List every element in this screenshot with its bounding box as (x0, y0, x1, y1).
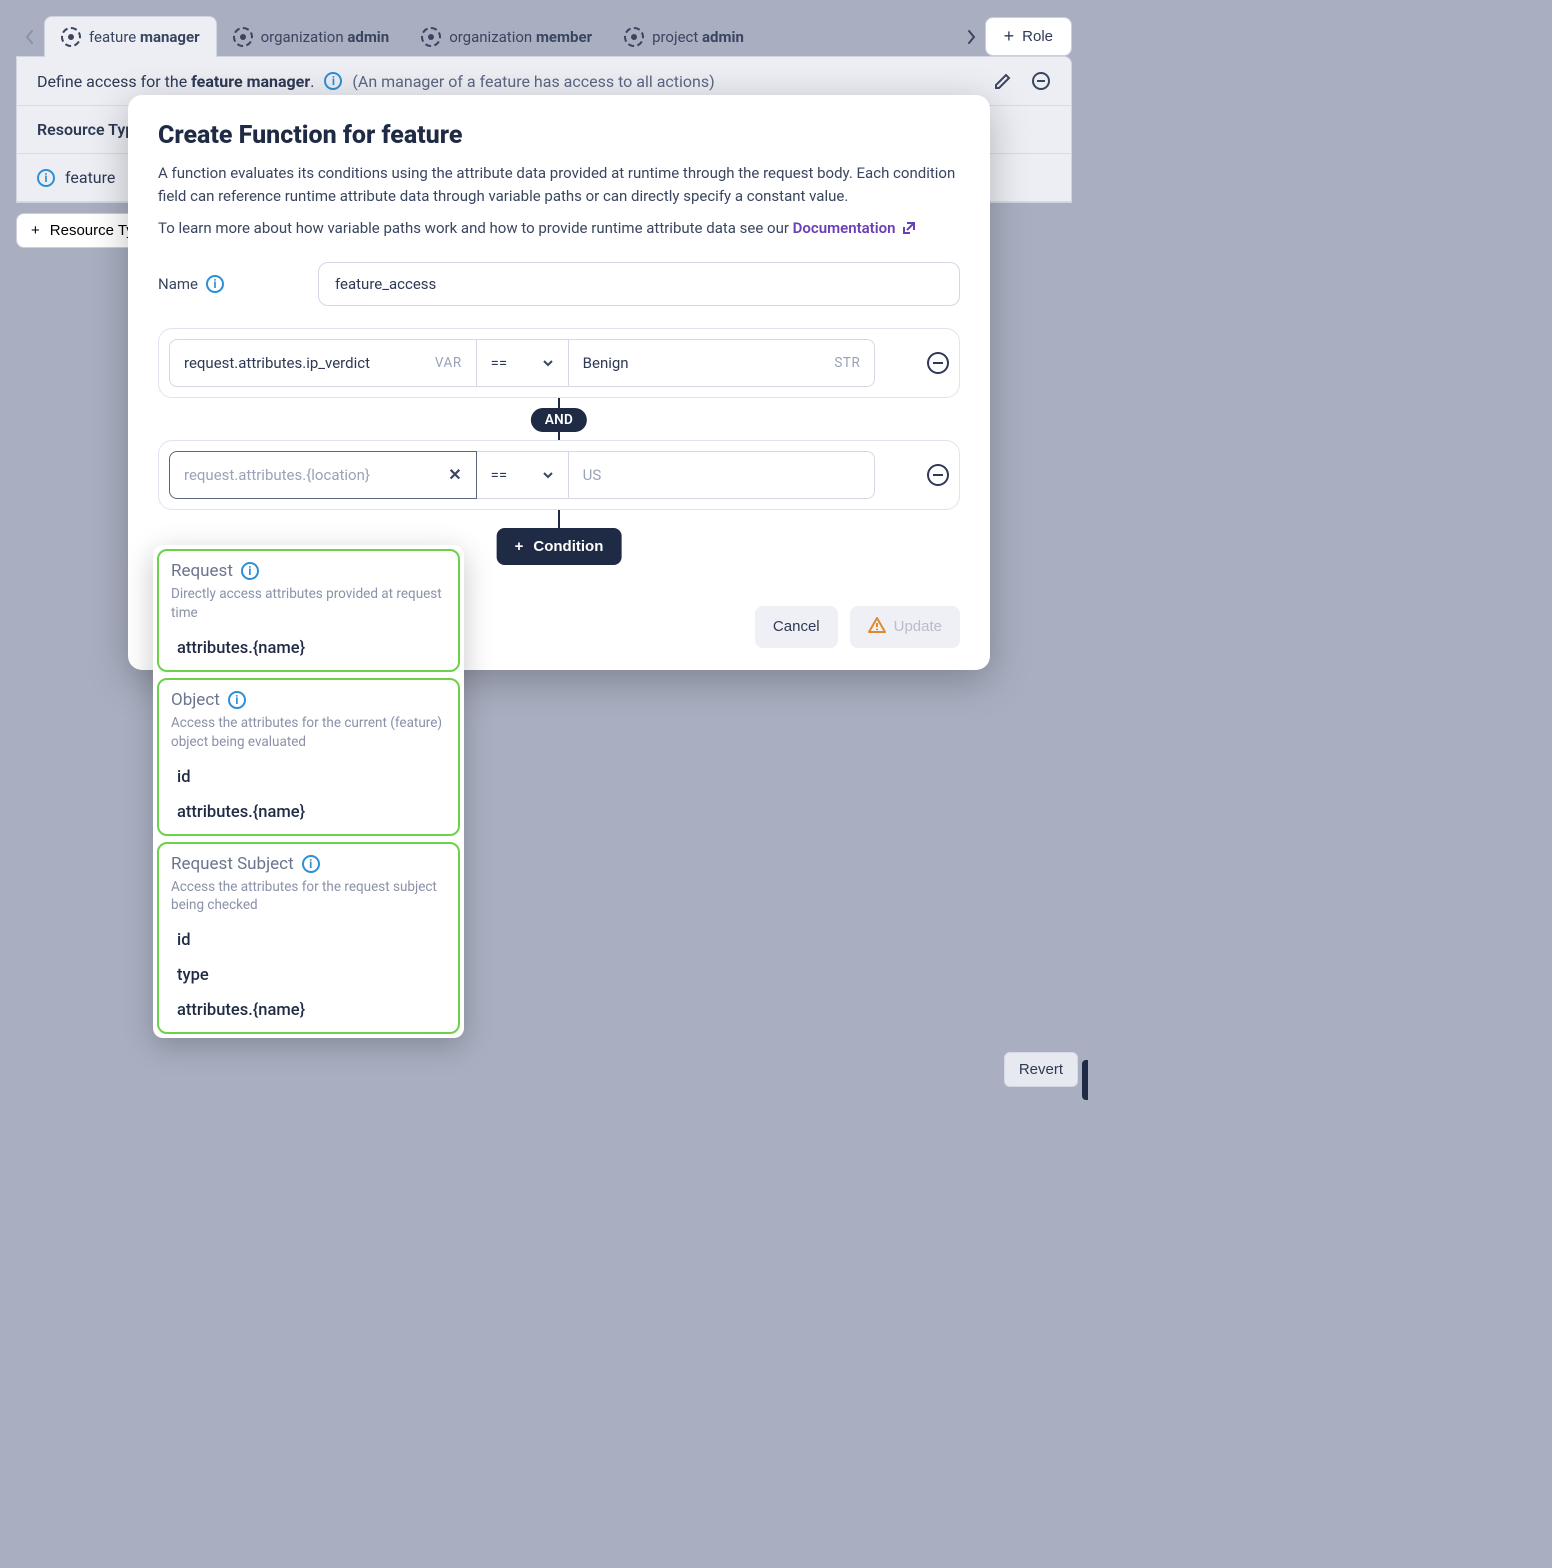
chevron-down-icon (542, 466, 554, 484)
edit-icon[interactable] (993, 71, 1013, 91)
autocomplete-group-title: Object i (171, 690, 446, 710)
autocomplete-group-request: Request i Directly access attributes pro… (157, 549, 460, 672)
info-icon[interactable]: i (241, 562, 259, 580)
remove-condition-button[interactable] (927, 352, 949, 374)
autocomplete-group-desc: Directly access attributes provided at r… (171, 585, 446, 623)
function-name-input[interactable] (318, 262, 960, 306)
tab-list: feature manager organization admin organ… (44, 16, 957, 57)
autocomplete-item[interactable]: attributes.{name} (171, 631, 446, 666)
row-label: feature (65, 168, 115, 187)
info-icon[interactable]: i (206, 275, 224, 293)
condition-left-input[interactable] (184, 466, 438, 484)
warning-icon (868, 616, 886, 638)
add-role-button[interactable]: + Role (985, 17, 1072, 56)
tabs-row: feature manager organization admin organ… (16, 16, 1072, 57)
add-condition-button[interactable]: + Condition (497, 528, 622, 565)
chevron-right-icon (965, 28, 977, 46)
modal-title: Create Function for feature (158, 121, 960, 150)
condition-row: ✕ == US (169, 451, 949, 499)
name-label: Name i (158, 275, 298, 293)
tab-feature-manager[interactable]: feature manager (44, 16, 217, 57)
role-icon (233, 27, 253, 47)
chevron-down-icon (542, 354, 554, 372)
condition-right-type: STR (834, 355, 860, 371)
tab-project-admin[interactable]: project admin (608, 17, 760, 57)
tab-label: project admin (652, 28, 744, 46)
remove-icon[interactable] (1031, 71, 1051, 91)
documentation-link[interactable]: Documentation (793, 217, 918, 240)
autocomplete-item[interactable]: attributes.{name} (171, 993, 446, 1028)
plus-icon: + (1004, 26, 1015, 47)
condition-block: ✕ == US (158, 440, 960, 510)
condition-right-field[interactable]: US (568, 451, 876, 499)
autocomplete-group-title: Request i (171, 561, 446, 581)
autocomplete-group-desc: Access the attributes for the current (f… (171, 714, 446, 752)
condition-block: request.attributes.ip_verdict VAR == Ben… (158, 328, 960, 398)
condition-left-type: VAR (435, 355, 462, 371)
condition-right-value: US (583, 466, 602, 484)
condition-right-field[interactable]: Benign STR (568, 339, 876, 387)
condition-operator-select[interactable]: == (477, 451, 568, 499)
and-pill: AND (531, 408, 587, 432)
info-icon[interactable]: i (302, 855, 320, 873)
tab-organization-admin[interactable]: organization admin (217, 17, 406, 57)
update-label: Update (894, 618, 942, 635)
condition-left-field[interactable]: ✕ (169, 451, 477, 499)
update-button[interactable]: Update (850, 606, 960, 648)
tab-label: feature manager (89, 28, 200, 46)
modal-description-2: To learn more about how variable paths w… (158, 217, 960, 240)
remove-condition-button[interactable] (927, 464, 949, 486)
autocomplete-group-request-subject: Request Subject i Access the attributes … (157, 842, 460, 1035)
tab-label: organization admin (261, 28, 390, 46)
role-icon (421, 27, 441, 47)
panel-header-text: Define access for the feature manager. (37, 72, 314, 91)
autocomplete-item[interactable]: id (171, 760, 446, 795)
info-icon[interactable]: i (324, 72, 342, 90)
conditions-stack: request.attributes.ip_verdict VAR == Ben… (158, 328, 960, 552)
info-icon: i (37, 169, 55, 187)
plus-icon: + (515, 538, 524, 555)
name-row: Name i (158, 262, 960, 306)
role-icon (624, 27, 644, 47)
scroll-right-button[interactable] (957, 23, 985, 51)
autocomplete-group-title: Request Subject i (171, 854, 446, 874)
autocomplete-group-desc: Access the attributes for the request su… (171, 878, 446, 916)
panel-header-note: (An manager of a feature has access to a… (352, 72, 714, 91)
add-role-label: Role (1022, 28, 1053, 45)
condition-left-value: request.attributes.ip_verdict (184, 354, 370, 372)
modal-description: A function evaluates its conditions usin… (158, 162, 960, 209)
condition-operator-select[interactable]: == (477, 339, 568, 387)
condition-row: request.attributes.ip_verdict VAR == Ben… (169, 339, 949, 387)
clear-icon[interactable]: ✕ (448, 465, 461, 484)
autocomplete-item[interactable]: type (171, 958, 446, 993)
add-condition-label: Condition (533, 538, 603, 555)
external-link-icon (901, 220, 917, 236)
condition-left-field[interactable]: request.attributes.ip_verdict VAR (169, 339, 477, 387)
autocomplete-item[interactable]: attributes.{name} (171, 795, 446, 830)
condition-right-value: Benign (583, 354, 629, 372)
operator-value: == (491, 466, 507, 484)
autocomplete-item[interactable]: id (171, 923, 446, 958)
autocomplete-popup: Request i Directly access attributes pro… (153, 545, 464, 1038)
tab-organization-member[interactable]: organization member (405, 17, 608, 57)
condition-connector: AND (158, 398, 960, 440)
plus-icon: + (31, 222, 40, 239)
role-icon (61, 27, 81, 47)
side-handle[interactable] (1082, 1060, 1088, 1100)
operator-value: == (491, 354, 507, 372)
chevron-left-icon (24, 28, 36, 46)
tab-label: organization member (449, 28, 592, 46)
revert-button[interactable]: Revert (1004, 1052, 1078, 1087)
scroll-left-button[interactable] (16, 23, 44, 51)
autocomplete-group-object: Object i Access the attributes for the c… (157, 678, 460, 836)
cancel-button[interactable]: Cancel (755, 606, 838, 648)
info-icon[interactable]: i (228, 691, 246, 709)
